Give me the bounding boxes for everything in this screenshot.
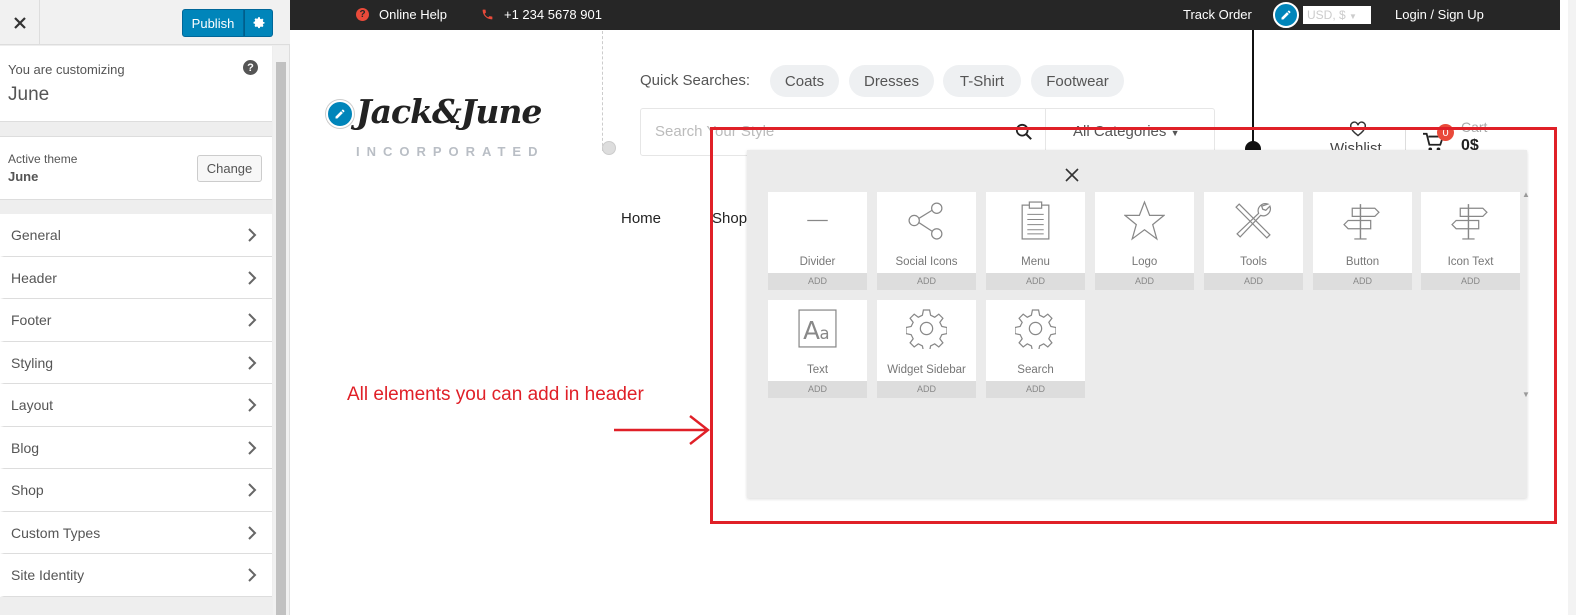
section-label: Blog xyxy=(11,439,40,456)
edit-logo-shortcut[interactable] xyxy=(326,100,354,128)
section-site-identity[interactable]: Site Identity xyxy=(0,554,272,597)
question-icon: ? xyxy=(356,8,369,21)
currency-select[interactable]: USD, $ ▼ xyxy=(1303,6,1371,24)
gear-icon xyxy=(253,17,264,29)
nav-home[interactable]: Home xyxy=(621,210,661,227)
online-help-link[interactable]: ? Online Help xyxy=(356,7,447,22)
chevron-right-icon xyxy=(248,355,257,370)
publish-settings-button[interactable] xyxy=(244,9,273,37)
preview-scrollbar-track xyxy=(1568,0,1576,615)
chevron-right-icon xyxy=(248,525,257,540)
section-blog[interactable]: Blog xyxy=(0,426,272,469)
section-layout[interactable]: Layout xyxy=(0,384,272,427)
annotation-arrow-icon xyxy=(614,415,710,445)
chevron-right-icon xyxy=(248,398,257,412)
edit-shortcut-button[interactable] xyxy=(1273,2,1299,28)
close-customizer-button[interactable] xyxy=(0,0,40,45)
drag-handle[interactable] xyxy=(602,141,616,155)
active-theme-name: June xyxy=(8,169,39,184)
section-label: Layout xyxy=(11,397,54,413)
caret-down-icon: ▼ xyxy=(1349,12,1357,21)
close-icon xyxy=(13,16,26,29)
section-shop[interactable]: Shop xyxy=(0,469,272,512)
login-signup-link[interactable]: Login / Sign Up xyxy=(1395,7,1484,22)
section-custom-types[interactable]: Custom Types xyxy=(0,511,272,554)
section-header[interactable]: Header xyxy=(0,256,272,299)
quick-searches-label: Quick Searches: xyxy=(640,72,751,89)
pencil-icon xyxy=(1281,10,1291,20)
customizer-sections: General Header Footer Styling Layout Blo… xyxy=(0,214,272,597)
site-logo-subtitle: INCORPORATED xyxy=(356,144,545,159)
currency-value: USD, $ xyxy=(1307,8,1346,22)
chevron-right-icon xyxy=(248,440,257,455)
quick-search-dresses[interactable]: Dresses xyxy=(849,65,934,97)
preview-scrollbar[interactable] xyxy=(1560,0,1587,615)
customizer-header: Publish xyxy=(0,0,290,45)
chevron-right-icon xyxy=(248,313,257,327)
section-label: Header xyxy=(11,269,57,286)
section-label: Styling xyxy=(11,354,54,371)
pencil-icon xyxy=(335,109,345,119)
phone-number: +1 234 5678 901 xyxy=(504,7,602,22)
active-theme-label: Active theme xyxy=(8,152,78,166)
section-label: Custom Types xyxy=(11,524,101,541)
section-general[interactable]: General xyxy=(0,214,272,257)
phone-icon xyxy=(482,9,493,20)
section-label: Shop xyxy=(11,482,44,498)
section-footer[interactable]: Footer xyxy=(0,299,272,342)
quick-search-footwear[interactable]: Footwear xyxy=(1031,65,1124,97)
customizing-info: You are customizing June ? xyxy=(0,46,272,122)
sidebar-scrollbar-thumb[interactable] xyxy=(276,62,286,615)
publish-button[interactable]: Publish xyxy=(182,9,244,37)
track-order-link[interactable]: Track Order xyxy=(1183,7,1252,22)
quick-search-tshirt[interactable]: T-Shirt xyxy=(943,65,1021,97)
help-icon[interactable]: ? xyxy=(243,60,258,75)
section-label: Footer xyxy=(11,312,52,328)
quick-search-coats[interactable]: Coats xyxy=(770,65,839,97)
online-help-label: Online Help xyxy=(379,7,447,22)
annotation-text: All elements you can add in header xyxy=(347,384,644,405)
customizer-sidebar: Publish You are customizing June ? Activ… xyxy=(0,0,290,615)
login-label: Login / Sign Up xyxy=(1395,7,1484,22)
chevron-right-icon xyxy=(248,228,257,242)
customizing-label: You are customizing xyxy=(8,62,125,77)
site-logo[interactable]: Jack&June xyxy=(356,92,542,131)
change-theme-button[interactable]: Change xyxy=(197,155,262,182)
customizing-name: June xyxy=(8,84,50,105)
customizer-panel: You are customizing June ? Active theme … xyxy=(0,46,272,615)
track-order-label: Track Order xyxy=(1183,7,1252,22)
site-topbar: ? Online Help +1 234 5678 901 Track Orde… xyxy=(290,0,1560,30)
site-preview: ? Online Help +1 234 5678 901 Track Orde… xyxy=(290,0,1587,615)
section-label: General xyxy=(11,227,61,243)
phone-link[interactable]: +1 234 5678 901 xyxy=(481,7,602,22)
chevron-right-icon xyxy=(248,483,257,497)
header-column-outline xyxy=(602,31,603,151)
chevron-right-icon xyxy=(248,568,257,582)
active-theme-box: Active theme June Change xyxy=(0,136,272,200)
annotation-highlight-box xyxy=(710,127,1557,524)
section-styling[interactable]: Styling xyxy=(0,341,272,384)
section-label: Site Identity xyxy=(11,567,85,583)
chevron-right-icon xyxy=(248,270,257,285)
